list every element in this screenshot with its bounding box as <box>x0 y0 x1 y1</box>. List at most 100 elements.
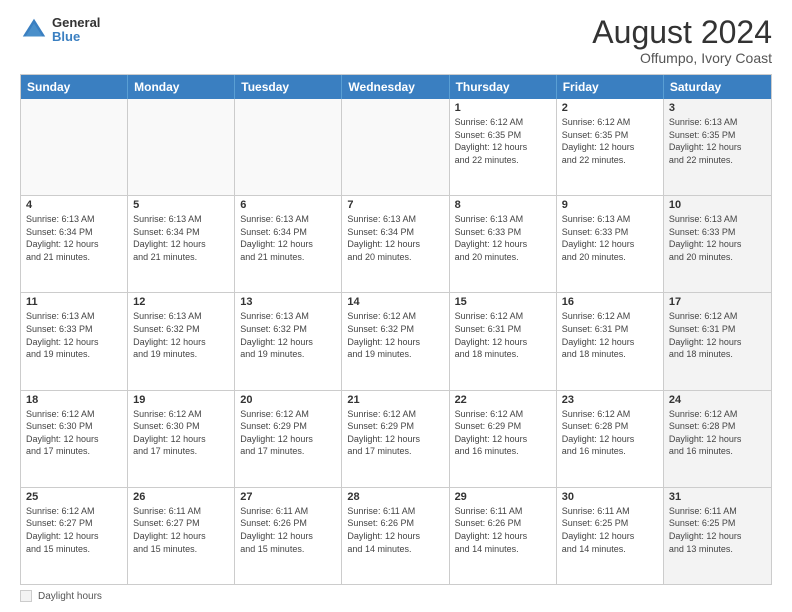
day-number: 17 <box>669 296 766 308</box>
day-number: 20 <box>240 394 336 406</box>
cal-header-cell: Saturday <box>664 75 771 99</box>
day-number: 6 <box>240 199 336 211</box>
logo: General Blue <box>20 16 100 45</box>
day-number: 25 <box>26 491 122 503</box>
day-info: Sunrise: 6:12 AM Sunset: 6:30 PM Dayligh… <box>133 408 229 458</box>
cal-cell: 30 Sunrise: 6:11 AM Sunset: 6:25 PM Dayli… <box>557 488 664 584</box>
cal-cell: 14Sunrise: 6:12 AM Sunset: 6:32 PM Dayli… <box>342 293 449 389</box>
cal-cell: 20 Sunrise: 6:12 AM Sunset: 6:29 PM Dayli… <box>235 391 342 487</box>
day-info: Sunrise: 6:12 AM Sunset: 6:29 PM Dayligh… <box>455 408 551 458</box>
day-number: 4 <box>26 199 122 211</box>
day-info: Sunrise: 6:13 AM Sunset: 6:32 PM Dayligh… <box>240 310 336 360</box>
day-number: 18 <box>26 394 122 406</box>
cal-cell: 28 Sunrise: 6:11 AM Sunset: 6:26 PM Dayli… <box>342 488 449 584</box>
footer: Daylight hours <box>20 590 772 602</box>
cal-cell: 17 Sunrise: 6:12 AM Sunset: 6:31 PM Dayli… <box>664 293 771 389</box>
day-number: 3 <box>669 102 766 114</box>
day-number: 23 <box>562 394 658 406</box>
cal-cell: 26Sunrise: 6:11 AM Sunset: 6:27 PM Dayli… <box>128 488 235 584</box>
cal-header-cell: Sunday <box>21 75 128 99</box>
cal-cell: 5 Sunrise: 6:13 AM Sunset: 6:34 PM Daylig… <box>128 196 235 292</box>
cal-cell: 23 Sunrise: 6:12 AM Sunset: 6:28 PM Dayli… <box>557 391 664 487</box>
table-row: 11 Sunrise: 6:13 AM Sunset: 6:33 PM Dayli… <box>21 292 771 389</box>
day-info: Sunrise: 6:12 AM Sunset: 6:31 PM Dayligh… <box>669 310 766 360</box>
cal-cell: 29 Sunrise: 6:11 AM Sunset: 6:26 PM Dayli… <box>450 488 557 584</box>
table-row: 18 Sunrise: 6:12 AM Sunset: 6:30 PM Dayli… <box>21 390 771 487</box>
day-number: 31 <box>669 491 766 503</box>
cal-cell: 18 Sunrise: 6:12 AM Sunset: 6:30 PM Dayli… <box>21 391 128 487</box>
day-info: Sunrise: 6:13 AM Sunset: 6:33 PM Dayligh… <box>669 213 766 263</box>
cal-header-cell: Thursday <box>450 75 557 99</box>
day-info: Sunrise: 6:11 AM Sunset: 6:26 PM Dayligh… <box>240 505 336 555</box>
cal-cell <box>235 99 342 195</box>
cal-cell: 31 Sunrise: 6:11 AM Sunset: 6:25 PM Dayli… <box>664 488 771 584</box>
day-info: Sunrise: 6:12 AM Sunset: 6:35 PM Dayligh… <box>562 116 658 166</box>
day-info: Sunrise: 6:12 AM Sunset: 6:28 PM Dayligh… <box>562 408 658 458</box>
day-number: 1 <box>455 102 551 114</box>
cal-cell: 4 Sunrise: 6:13 AM Sunset: 6:34 PM Daylig… <box>21 196 128 292</box>
logo-icon <box>20 16 48 44</box>
day-number: 21 <box>347 394 443 406</box>
calendar-header: SundayMondayTuesdayWednesdayThursdayFrid… <box>21 75 771 99</box>
cal-cell: 24 Sunrise: 6:12 AM Sunset: 6:28 PM Dayli… <box>664 391 771 487</box>
day-number: 2 <box>562 102 658 114</box>
cal-cell: 27Sunrise: 6:11 AM Sunset: 6:26 PM Dayli… <box>235 488 342 584</box>
cal-cell: 15Sunrise: 6:12 AM Sunset: 6:31 PM Dayli… <box>450 293 557 389</box>
day-info: Sunrise: 6:11 AM Sunset: 6:25 PM Dayligh… <box>562 505 658 555</box>
day-number: 5 <box>133 199 229 211</box>
day-info: Sunrise: 6:13 AM Sunset: 6:33 PM Dayligh… <box>26 310 122 360</box>
day-number: 8 <box>455 199 551 211</box>
day-info: Sunrise: 6:13 AM Sunset: 6:33 PM Dayligh… <box>455 213 551 263</box>
day-info: Sunrise: 6:12 AM Sunset: 6:29 PM Dayligh… <box>240 408 336 458</box>
day-info: Sunrise: 6:13 AM Sunset: 6:34 PM Dayligh… <box>240 213 336 263</box>
logo-line1: General <box>52 16 100 30</box>
day-info: Sunrise: 6:11 AM Sunset: 6:26 PM Dayligh… <box>455 505 551 555</box>
table-row: 1 Sunrise: 6:12 AM Sunset: 6:35 PM Daylig… <box>21 99 771 195</box>
footer-label: Daylight hours <box>38 591 102 602</box>
day-info: Sunrise: 6:13 AM Sunset: 6:32 PM Dayligh… <box>133 310 229 360</box>
day-info: Sunrise: 6:11 AM Sunset: 6:26 PM Dayligh… <box>347 505 443 555</box>
cal-cell: 12Sunrise: 6:13 AM Sunset: 6:32 PM Dayli… <box>128 293 235 389</box>
cal-cell <box>21 99 128 195</box>
day-number: 7 <box>347 199 443 211</box>
cal-cell <box>342 99 449 195</box>
calendar: SundayMondayTuesdayWednesdayThursdayFrid… <box>20 74 772 585</box>
day-info: Sunrise: 6:11 AM Sunset: 6:25 PM Dayligh… <box>669 505 766 555</box>
day-info: Sunrise: 6:13 AM Sunset: 6:34 PM Dayligh… <box>26 213 122 263</box>
cal-cell: 3Sunrise: 6:13 AM Sunset: 6:35 PM Daylig… <box>664 99 771 195</box>
cal-cell: 10Sunrise: 6:13 AM Sunset: 6:33 PM Dayli… <box>664 196 771 292</box>
day-number: 24 <box>669 394 766 406</box>
day-number: 11 <box>26 296 122 308</box>
day-info: Sunrise: 6:12 AM Sunset: 6:31 PM Dayligh… <box>562 310 658 360</box>
day-info: Sunrise: 6:13 AM Sunset: 6:34 PM Dayligh… <box>133 213 229 263</box>
cal-header-cell: Tuesday <box>235 75 342 99</box>
header: General Blue August 2024 Offumpo, Ivory … <box>20 16 772 66</box>
day-info: Sunrise: 6:12 AM Sunset: 6:28 PM Dayligh… <box>669 408 766 458</box>
table-row: 4 Sunrise: 6:13 AM Sunset: 6:34 PM Daylig… <box>21 195 771 292</box>
month-year: August 2024 <box>592 16 772 48</box>
calendar-body: 1 Sunrise: 6:12 AM Sunset: 6:35 PM Daylig… <box>21 99 771 584</box>
day-info: Sunrise: 6:12 AM Sunset: 6:31 PM Dayligh… <box>455 310 551 360</box>
day-info: Sunrise: 6:12 AM Sunset: 6:27 PM Dayligh… <box>26 505 122 555</box>
cal-cell: 7Sunrise: 6:13 AM Sunset: 6:34 PM Daylig… <box>342 196 449 292</box>
cal-cell: 21Sunrise: 6:12 AM Sunset: 6:29 PM Dayli… <box>342 391 449 487</box>
cal-cell: 22 Sunrise: 6:12 AM Sunset: 6:29 PM Dayli… <box>450 391 557 487</box>
cal-header-cell: Wednesday <box>342 75 449 99</box>
day-info: Sunrise: 6:12 AM Sunset: 6:30 PM Dayligh… <box>26 408 122 458</box>
day-number: 29 <box>455 491 551 503</box>
logo-line2: Blue <box>52 30 100 44</box>
day-number: 14 <box>347 296 443 308</box>
cal-header-cell: Friday <box>557 75 664 99</box>
cal-cell: 16 Sunrise: 6:12 AM Sunset: 6:31 PM Dayli… <box>557 293 664 389</box>
table-row: 25 Sunrise: 6:12 AM Sunset: 6:27 PM Dayli… <box>21 487 771 584</box>
day-number: 16 <box>562 296 658 308</box>
cal-cell: 2 Sunrise: 6:12 AM Sunset: 6:35 PM Daylig… <box>557 99 664 195</box>
cal-header-cell: Monday <box>128 75 235 99</box>
day-info: Sunrise: 6:12 AM Sunset: 6:35 PM Dayligh… <box>455 116 551 166</box>
cal-cell: 8 Sunrise: 6:13 AM Sunset: 6:33 PM Daylig… <box>450 196 557 292</box>
cal-cell: 9Sunrise: 6:13 AM Sunset: 6:33 PM Daylig… <box>557 196 664 292</box>
day-number: 22 <box>455 394 551 406</box>
day-number: 30 <box>562 491 658 503</box>
day-number: 28 <box>347 491 443 503</box>
cal-cell <box>128 99 235 195</box>
